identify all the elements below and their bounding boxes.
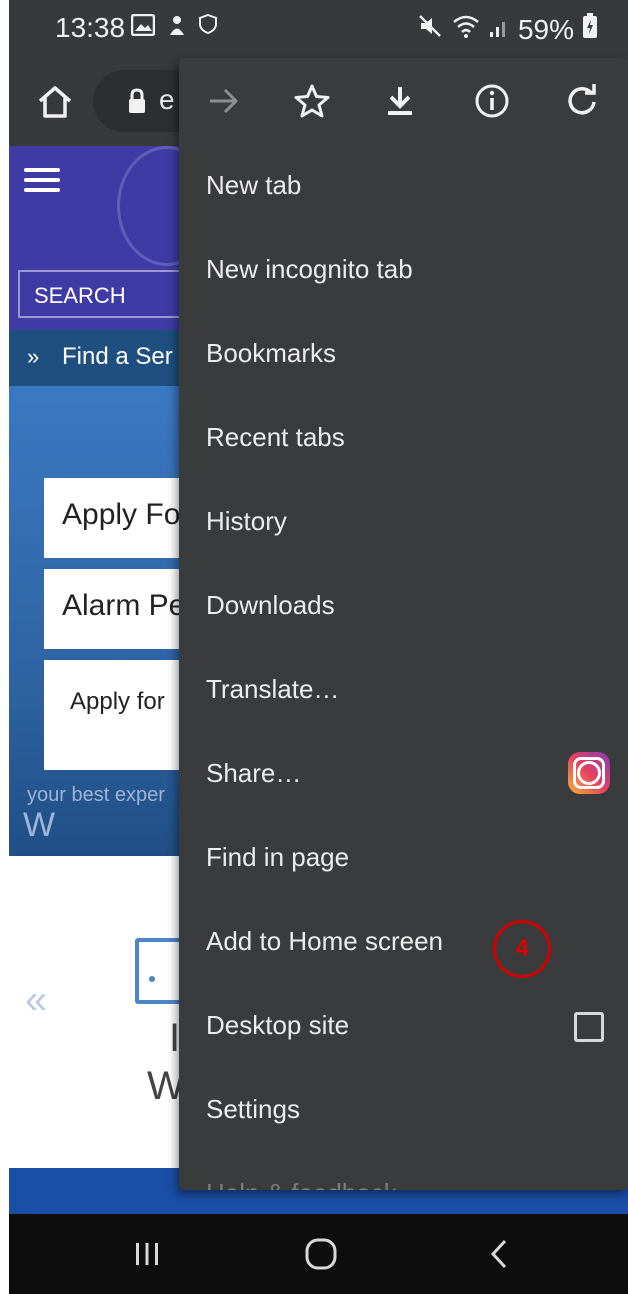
vpn-icon: [199, 13, 217, 42]
menu-item-help-feedback[interactable]: Help & feedback: [179, 1152, 628, 1190]
home-button[interactable]: [27, 74, 83, 130]
desktop-site-checkbox[interactable]: [574, 1012, 604, 1042]
door-icon: [135, 938, 183, 1004]
hamburger-menu-icon[interactable]: [24, 168, 60, 192]
status-bar: 13:38 59%: [9, 0, 628, 58]
overflow-menu: New tab New incognito tab Bookmarks Rece…: [179, 58, 628, 1190]
menu-item-find-in-page[interactable]: Find in page: [179, 816, 628, 900]
info-icon: [475, 84, 509, 118]
reload-icon: [568, 84, 596, 115]
find-service-text: Find a Ser: [62, 343, 173, 370]
arrow-right-icon: [210, 88, 239, 114]
menu-item-label: History: [206, 506, 287, 536]
menu-action-row: [179, 58, 628, 144]
menu-item-label: New tab: [206, 170, 302, 200]
menu-item-desktop-site[interactable]: Desktop site: [179, 984, 628, 1068]
home-circle-icon: [305, 1238, 337, 1270]
recent-apps-button[interactable]: [123, 1232, 171, 1276]
download-icon: [388, 87, 412, 115]
url-text: e: [159, 84, 175, 115]
menu-item-bookmarks[interactable]: Bookmarks: [179, 312, 628, 396]
reload-button[interactable]: [559, 78, 605, 124]
double-chevron-right-icon: »: [27, 344, 40, 369]
page-info-button[interactable]: [469, 78, 515, 124]
notification-icons: [130, 13, 217, 42]
gallery-icon: [130, 13, 156, 42]
hero-heading-fragment: W: [23, 806, 56, 844]
system-navigation-bar: [9, 1214, 628, 1294]
system-icons: 59%: [418, 13, 598, 46]
download-button[interactable]: [377, 78, 423, 124]
home-nav-button[interactable]: [297, 1232, 345, 1276]
phone-screen: 13:38 59% e SEARCH » Find a Ser Apply Fo…: [9, 0, 628, 1294]
menu-item-label: Share…: [206, 758, 302, 788]
menu-item-label: Add to Home screen: [206, 926, 444, 956]
battery-icon: [582, 13, 598, 46]
menu-item-label: Translate…: [206, 674, 340, 704]
signal-icon: [488, 14, 510, 45]
menu-item-label: Help & feedback: [206, 1178, 397, 1190]
lock-icon: [127, 88, 147, 119]
carousel-prev-icon[interactable]: «: [25, 978, 47, 1023]
menu-item-label: New incognito tab: [206, 254, 413, 284]
menu-item-recent-tabs[interactable]: Recent tabs: [179, 396, 628, 480]
menu-item-label: Downloads: [206, 590, 335, 620]
menu-item-label: Settings: [206, 1094, 300, 1124]
forward-button[interactable]: [201, 78, 247, 124]
menu-item-settings[interactable]: Settings: [179, 1068, 628, 1152]
menu-item-share[interactable]: Share…: [179, 732, 628, 816]
menu-item-add-to-home-screen[interactable]: Add to Home screen 4: [179, 900, 628, 984]
status-time: 13:38: [55, 12, 126, 43]
recent-apps-icon: [136, 1243, 158, 1265]
menu-item-new-incognito-tab[interactable]: New incognito tab: [179, 228, 628, 312]
back-button[interactable]: [475, 1232, 523, 1276]
menu-item-label: Find in page: [206, 842, 350, 872]
star-icon: [294, 84, 330, 118]
wifi-icon: [452, 14, 480, 45]
menu-item-translate[interactable]: Translate…: [179, 648, 628, 732]
menu-item-label: Recent tabs: [206, 422, 345, 452]
app-notification-icon: [167, 14, 187, 42]
mute-icon: [418, 14, 444, 45]
menu-item-new-tab[interactable]: New tab: [179, 144, 628, 228]
hero-text: your best exper: [27, 784, 165, 806]
chevron-left-icon: [490, 1239, 507, 1269]
step-number-badge: 4: [493, 920, 551, 978]
menu-item-label: Bookmarks: [206, 338, 337, 368]
menu-item-downloads[interactable]: Downloads: [179, 564, 628, 648]
home-icon: [38, 86, 72, 118]
battery-percent: 59%: [517, 13, 574, 45]
menu-item-label: Desktop site: [206, 1010, 350, 1040]
menu-item-history[interactable]: History: [179, 480, 628, 564]
bookmark-button[interactable]: [289, 78, 335, 124]
instagram-icon[interactable]: [568, 752, 610, 794]
